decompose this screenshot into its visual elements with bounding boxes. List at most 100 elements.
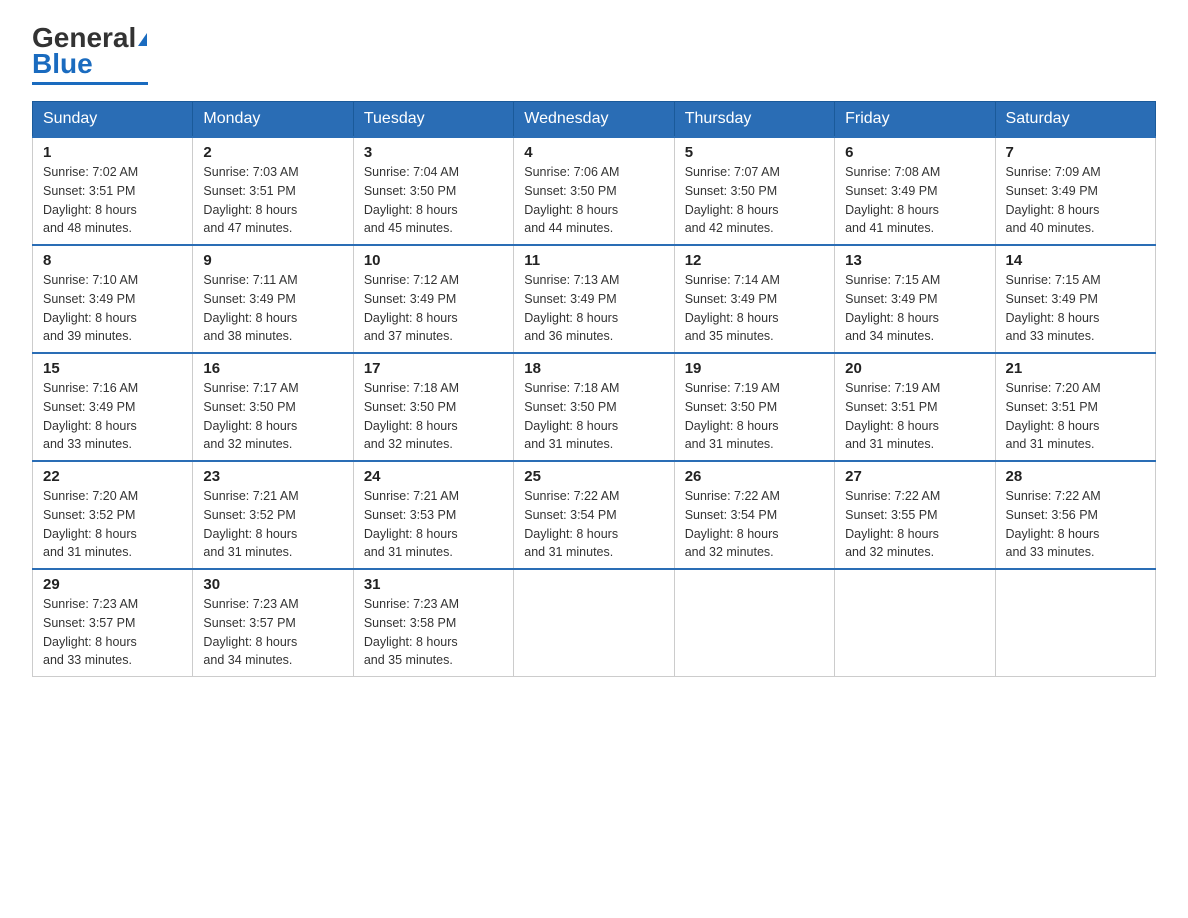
day-cell-14: 14 Sunrise: 7:15 AMSunset: 3:49 PMDaylig… <box>995 245 1155 353</box>
day-number: 20 <box>845 360 984 377</box>
day-cell-2: 2 Sunrise: 7:03 AMSunset: 3:51 PMDayligh… <box>193 137 353 245</box>
day-cell-21: 21 Sunrise: 7:20 AMSunset: 3:51 PMDaylig… <box>995 353 1155 461</box>
day-number: 18 <box>524 360 663 377</box>
day-number: 8 <box>43 252 182 269</box>
header-monday: Monday <box>193 102 353 138</box>
day-number: 2 <box>203 144 342 161</box>
day-cell-6: 6 Sunrise: 7:08 AMSunset: 3:49 PMDayligh… <box>835 137 995 245</box>
day-number: 4 <box>524 144 663 161</box>
day-info: Sunrise: 7:08 AMSunset: 3:49 PMDaylight:… <box>845 165 940 235</box>
day-info: Sunrise: 7:04 AMSunset: 3:50 PMDaylight:… <box>364 165 459 235</box>
day-info: Sunrise: 7:22 AMSunset: 3:56 PMDaylight:… <box>1006 489 1101 559</box>
day-number: 22 <box>43 468 182 485</box>
day-cell-24: 24 Sunrise: 7:21 AMSunset: 3:53 PMDaylig… <box>353 461 513 569</box>
header-saturday: Saturday <box>995 102 1155 138</box>
day-cell-15: 15 Sunrise: 7:16 AMSunset: 3:49 PMDaylig… <box>33 353 193 461</box>
page-header: General Blue <box>32 24 1156 85</box>
day-info: Sunrise: 7:22 AMSunset: 3:54 PMDaylight:… <box>685 489 780 559</box>
day-number: 7 <box>1006 144 1145 161</box>
day-cell-28: 28 Sunrise: 7:22 AMSunset: 3:56 PMDaylig… <box>995 461 1155 569</box>
day-cell-27: 27 Sunrise: 7:22 AMSunset: 3:55 PMDaylig… <box>835 461 995 569</box>
day-cell-1: 1 Sunrise: 7:02 AMSunset: 3:51 PMDayligh… <box>33 137 193 245</box>
day-number: 13 <box>845 252 984 269</box>
day-info: Sunrise: 7:07 AMSunset: 3:50 PMDaylight:… <box>685 165 780 235</box>
day-cell-30: 30 Sunrise: 7:23 AMSunset: 3:57 PMDaylig… <box>193 569 353 677</box>
logo-underline <box>32 82 148 85</box>
day-number: 11 <box>524 252 663 269</box>
day-info: Sunrise: 7:23 AMSunset: 3:57 PMDaylight:… <box>43 597 138 667</box>
header-tuesday: Tuesday <box>353 102 513 138</box>
empty-cell <box>995 569 1155 677</box>
day-number: 26 <box>685 468 824 485</box>
day-number: 6 <box>845 144 984 161</box>
logo-blue-text: Blue <box>32 48 93 80</box>
day-info: Sunrise: 7:12 AMSunset: 3:49 PMDaylight:… <box>364 273 459 343</box>
day-info: Sunrise: 7:20 AMSunset: 3:51 PMDaylight:… <box>1006 381 1101 451</box>
header-thursday: Thursday <box>674 102 834 138</box>
day-info: Sunrise: 7:23 AMSunset: 3:58 PMDaylight:… <box>364 597 459 667</box>
logo: General Blue <box>32 24 148 85</box>
day-cell-26: 26 Sunrise: 7:22 AMSunset: 3:54 PMDaylig… <box>674 461 834 569</box>
day-info: Sunrise: 7:14 AMSunset: 3:49 PMDaylight:… <box>685 273 780 343</box>
day-cell-18: 18 Sunrise: 7:18 AMSunset: 3:50 PMDaylig… <box>514 353 674 461</box>
day-number: 15 <box>43 360 182 377</box>
day-info: Sunrise: 7:03 AMSunset: 3:51 PMDaylight:… <box>203 165 298 235</box>
day-cell-7: 7 Sunrise: 7:09 AMSunset: 3:49 PMDayligh… <box>995 137 1155 245</box>
day-number: 27 <box>845 468 984 485</box>
day-number: 23 <box>203 468 342 485</box>
day-cell-31: 31 Sunrise: 7:23 AMSunset: 3:58 PMDaylig… <box>353 569 513 677</box>
day-info: Sunrise: 7:20 AMSunset: 3:52 PMDaylight:… <box>43 489 138 559</box>
day-number: 3 <box>364 144 503 161</box>
week-row-4: 22 Sunrise: 7:20 AMSunset: 3:52 PMDaylig… <box>33 461 1156 569</box>
day-info: Sunrise: 7:18 AMSunset: 3:50 PMDaylight:… <box>524 381 619 451</box>
day-number: 10 <box>364 252 503 269</box>
day-cell-22: 22 Sunrise: 7:20 AMSunset: 3:52 PMDaylig… <box>33 461 193 569</box>
day-cell-20: 20 Sunrise: 7:19 AMSunset: 3:51 PMDaylig… <box>835 353 995 461</box>
day-info: Sunrise: 7:21 AMSunset: 3:52 PMDaylight:… <box>203 489 298 559</box>
week-row-5: 29 Sunrise: 7:23 AMSunset: 3:57 PMDaylig… <box>33 569 1156 677</box>
day-cell-4: 4 Sunrise: 7:06 AMSunset: 3:50 PMDayligh… <box>514 137 674 245</box>
day-cell-29: 29 Sunrise: 7:23 AMSunset: 3:57 PMDaylig… <box>33 569 193 677</box>
day-info: Sunrise: 7:10 AMSunset: 3:49 PMDaylight:… <box>43 273 138 343</box>
day-cell-12: 12 Sunrise: 7:14 AMSunset: 3:49 PMDaylig… <box>674 245 834 353</box>
day-info: Sunrise: 7:23 AMSunset: 3:57 PMDaylight:… <box>203 597 298 667</box>
day-number: 25 <box>524 468 663 485</box>
day-cell-5: 5 Sunrise: 7:07 AMSunset: 3:50 PMDayligh… <box>674 137 834 245</box>
header-friday: Friday <box>835 102 995 138</box>
header-sunday: Sunday <box>33 102 193 138</box>
day-info: Sunrise: 7:22 AMSunset: 3:55 PMDaylight:… <box>845 489 940 559</box>
day-number: 12 <box>685 252 824 269</box>
day-number: 21 <box>1006 360 1145 377</box>
day-cell-10: 10 Sunrise: 7:12 AMSunset: 3:49 PMDaylig… <box>353 245 513 353</box>
day-number: 19 <box>685 360 824 377</box>
day-info: Sunrise: 7:21 AMSunset: 3:53 PMDaylight:… <box>364 489 459 559</box>
empty-cell <box>835 569 995 677</box>
week-row-1: 1 Sunrise: 7:02 AMSunset: 3:51 PMDayligh… <box>33 137 1156 245</box>
day-cell-25: 25 Sunrise: 7:22 AMSunset: 3:54 PMDaylig… <box>514 461 674 569</box>
day-info: Sunrise: 7:18 AMSunset: 3:50 PMDaylight:… <box>364 381 459 451</box>
day-info: Sunrise: 7:19 AMSunset: 3:50 PMDaylight:… <box>685 381 780 451</box>
day-cell-17: 17 Sunrise: 7:18 AMSunset: 3:50 PMDaylig… <box>353 353 513 461</box>
day-info: Sunrise: 7:17 AMSunset: 3:50 PMDaylight:… <box>203 381 298 451</box>
day-number: 9 <box>203 252 342 269</box>
calendar-header-row: SundayMondayTuesdayWednesdayThursdayFrid… <box>33 102 1156 138</box>
week-row-3: 15 Sunrise: 7:16 AMSunset: 3:49 PMDaylig… <box>33 353 1156 461</box>
day-info: Sunrise: 7:13 AMSunset: 3:49 PMDaylight:… <box>524 273 619 343</box>
day-cell-3: 3 Sunrise: 7:04 AMSunset: 3:50 PMDayligh… <box>353 137 513 245</box>
day-info: Sunrise: 7:15 AMSunset: 3:49 PMDaylight:… <box>845 273 940 343</box>
day-number: 24 <box>364 468 503 485</box>
day-number: 16 <box>203 360 342 377</box>
day-info: Sunrise: 7:19 AMSunset: 3:51 PMDaylight:… <box>845 381 940 451</box>
day-number: 14 <box>1006 252 1145 269</box>
day-cell-11: 11 Sunrise: 7:13 AMSunset: 3:49 PMDaylig… <box>514 245 674 353</box>
day-cell-8: 8 Sunrise: 7:10 AMSunset: 3:49 PMDayligh… <box>33 245 193 353</box>
day-cell-19: 19 Sunrise: 7:19 AMSunset: 3:50 PMDaylig… <box>674 353 834 461</box>
day-info: Sunrise: 7:09 AMSunset: 3:49 PMDaylight:… <box>1006 165 1101 235</box>
day-number: 17 <box>364 360 503 377</box>
day-number: 31 <box>364 576 503 593</box>
day-number: 5 <box>685 144 824 161</box>
header-wednesday: Wednesday <box>514 102 674 138</box>
day-number: 1 <box>43 144 182 161</box>
week-row-2: 8 Sunrise: 7:10 AMSunset: 3:49 PMDayligh… <box>33 245 1156 353</box>
day-info: Sunrise: 7:16 AMSunset: 3:49 PMDaylight:… <box>43 381 138 451</box>
